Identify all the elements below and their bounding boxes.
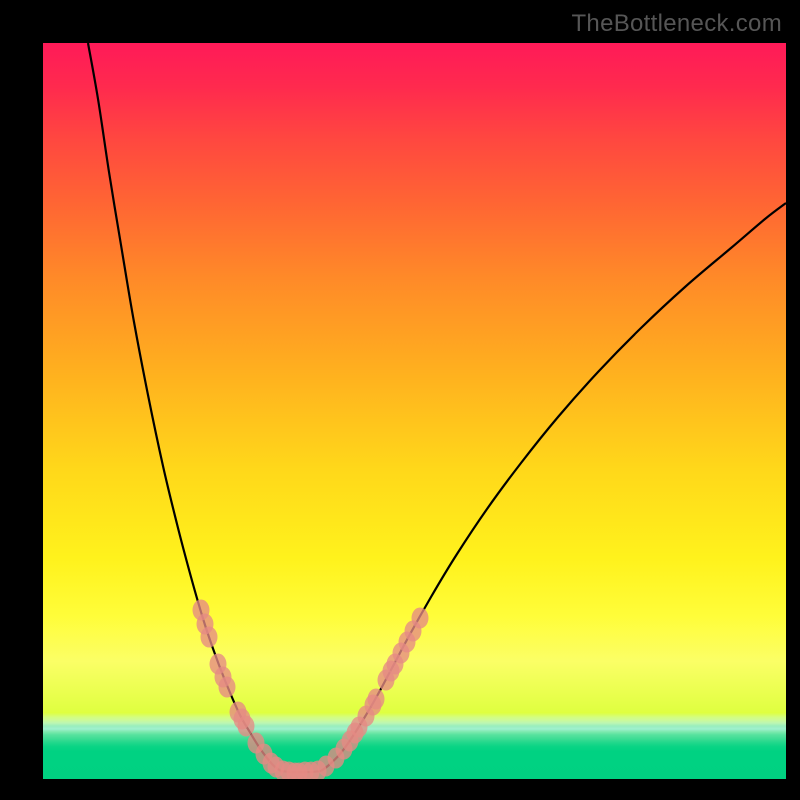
curve-marker: [412, 608, 429, 629]
chart-frame: TheBottleneck.com: [0, 0, 800, 800]
curve-svg: [43, 43, 786, 779]
curve-left: [88, 43, 281, 771]
watermark-text: TheBottleneck.com: [571, 10, 782, 38]
curve-markers: [193, 600, 429, 780]
curve-marker: [368, 689, 385, 710]
curve-marker: [238, 716, 255, 737]
plot-area: [43, 43, 786, 779]
curve-marker: [219, 677, 236, 698]
curve-marker: [201, 627, 218, 648]
